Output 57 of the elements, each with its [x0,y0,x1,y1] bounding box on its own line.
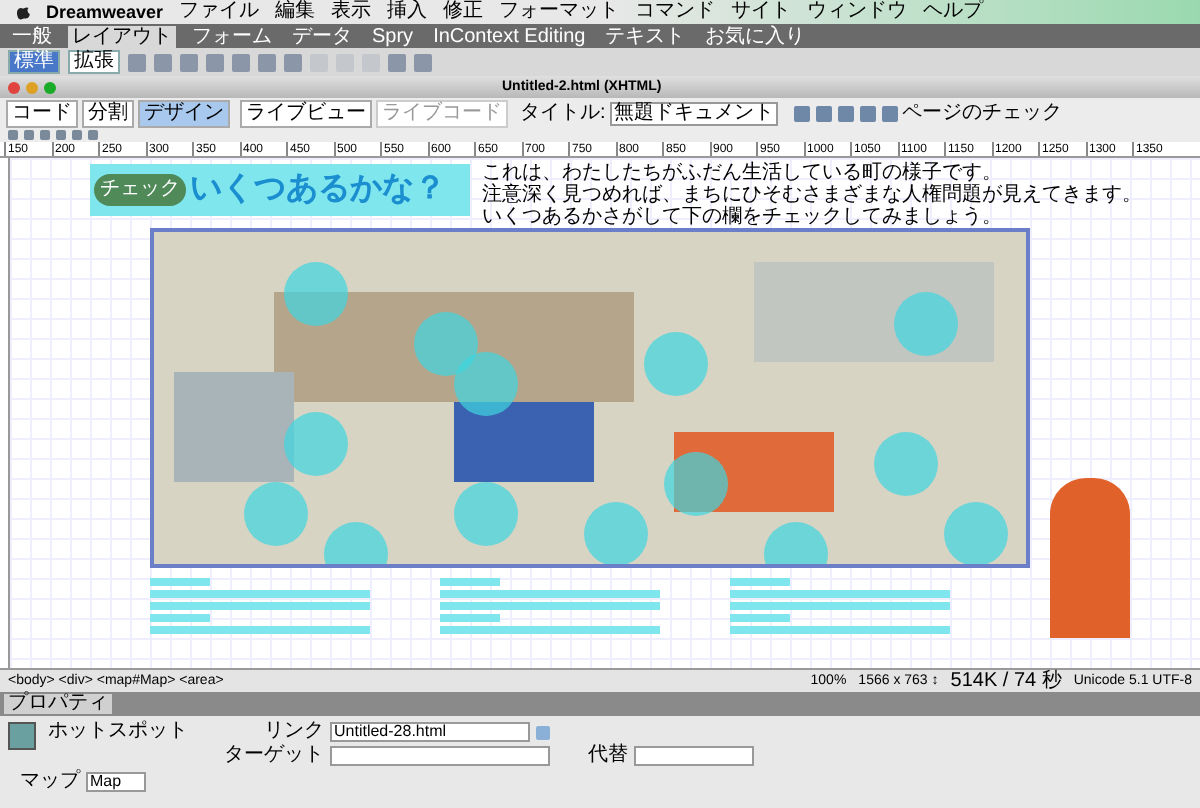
insert-tab[interactable]: 一般 [8,26,56,48]
intro-text: 注意深く見つめれば、まちにひそむさまざまな人権問題が見えてきます。 [482,186,1142,206]
map-field[interactable]: Map [86,772,146,792]
view-button[interactable]: 分割 [82,99,134,127]
intro-text: いくつあるかさがして下の欄をチェックしてみましょう。 [482,208,1004,228]
menu-item[interactable]: サイト [731,2,792,22]
menu-item[interactable]: 修正 [443,2,484,22]
insert-tab[interactable]: レイアウト [68,26,176,48]
page-check-button[interactable]: ページのチェック [901,103,1062,123]
download-size: 514K / 74 秒 [950,671,1062,691]
app-name: Dreamweaver [46,3,164,21]
panel-tab[interactable]: プロパティ [4,694,112,714]
house-drawing [454,402,594,482]
building-drawing [174,372,294,482]
menu-item[interactable]: コマンド [635,2,716,22]
menu-item[interactable]: フォーマット [499,2,620,22]
map-label: マップ [20,772,80,792]
alt-label: 代替 [588,746,628,766]
apple-logo-icon[interactable] [16,4,30,20]
hotspot-label: ホットスポット [48,722,188,742]
insert-tab[interactable]: お気に入り [701,26,810,48]
layout-mode-button[interactable]: 標準 [8,50,60,74]
folder-icon[interactable] [536,725,550,739]
insert-tab[interactable]: テキスト [601,26,690,48]
checklist-bar [150,614,210,622]
alt-select[interactable] [634,746,754,766]
minimize-button[interactable] [26,81,38,93]
menu-item[interactable]: 表示 [331,2,372,22]
link-field[interactable]: Untitled-28.html [330,722,530,742]
title-label: タイトル: [520,103,606,123]
view-button[interactable]: コード [6,99,78,127]
intro-text: これは、わたしたちがふだん生活している町の様子です。 [482,164,1004,184]
insert-tab[interactable]: InContext Editing [429,26,590,48]
zoom-button[interactable] [44,81,56,93]
insert-tab[interactable]: データ [288,26,356,48]
insert-tab[interactable]: Spry [368,26,418,48]
menu-item[interactable]: ファイル [179,2,260,22]
checklist-bar [730,614,790,622]
menu-item[interactable]: 編集 [275,2,316,22]
hotspot-icon [8,722,36,750]
checklist-bar [730,578,790,586]
close-button[interactable] [8,81,20,93]
heading: いくつあるかな？ [190,174,446,206]
check-badge: チェック [94,174,186,206]
target-select[interactable] [330,746,550,766]
checklist-bar [440,614,500,622]
checklist-bar [150,578,210,586]
layout-mode-button[interactable]: 拡張 [68,50,120,74]
checklist-bar [440,578,500,586]
link-label: リンク [262,722,324,742]
live-view-button[interactable]: ライブビュー [240,99,372,127]
title-field[interactable]: 無題ドキュメント [609,101,778,125]
menu-item[interactable]: 挿入 [387,2,428,22]
target-label: ターゲット [222,746,324,766]
insert-tab[interactable]: フォーム [188,26,276,48]
view-button[interactable]: デザイン [138,99,230,127]
menu-item[interactable]: ウィンドウ [807,2,908,22]
